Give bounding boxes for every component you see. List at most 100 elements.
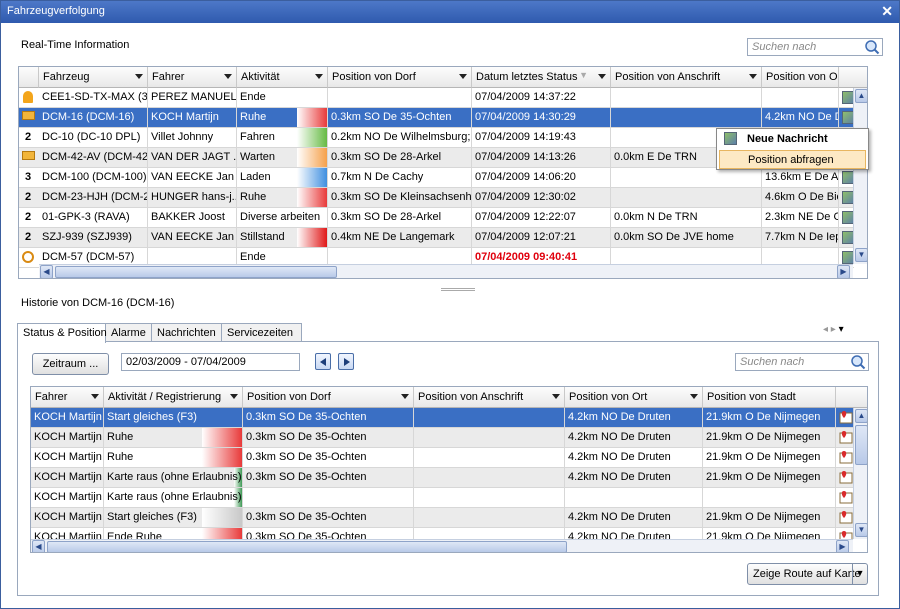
table-row[interactable]: KOCH Martijn Start gleiches (F3) 0.3km SO …: [31, 408, 853, 428]
menu-item-position-abfragen[interactable]: Position abfragen: [719, 150, 866, 169]
chevron-down-icon[interactable]: [749, 74, 757, 79]
row-marker: [19, 108, 37, 127]
chevron-down-icon[interactable]: [690, 394, 698, 399]
next-period-button[interactable]: [338, 353, 354, 370]
tab-nachrichten[interactable]: Nachrichten: [151, 323, 222, 342]
column-header-fahrer[interactable]: Fahrer: [31, 387, 104, 408]
cell-text: 0.3km SO De 35-Ochten: [246, 411, 367, 423]
scroll-thumb[interactable]: [55, 266, 337, 278]
edit-icon: [724, 132, 737, 145]
vertical-scrollbar[interactable]: ▲ ▼: [853, 88, 867, 264]
tab-scroll-arrows[interactable]: ◂ ▸ ▾: [823, 324, 844, 335]
chevron-down-icon[interactable]: [315, 74, 323, 79]
cell-text: 4.2km NO De Druten: [568, 451, 671, 463]
table-row[interactable]: 3 DCM-100 (DCM-100) VAN EECKE Jan Laden 0.7k…: [19, 168, 864, 188]
activity-color-bar: [202, 428, 242, 447]
cell-datum: 07/04/2009 14:13:26: [472, 148, 611, 167]
chevron-down-icon[interactable]: [401, 394, 409, 399]
table-row[interactable]: KOCH Martijn Karte raus (ohne Erlaubnis): [31, 488, 853, 508]
cell-text: 07/04/2009 12:07:21: [475, 231, 576, 243]
cell-text: 07/04/2009 12:30:02: [475, 191, 576, 203]
tab-servicezeiten[interactable]: Servicezeiten: [221, 323, 302, 342]
column-header-ort[interactable]: Position von Ort: [565, 387, 703, 408]
table-row[interactable]: KOCH Martijn Ruhe 0.3km SO De 35-Ochten 4.2…: [31, 448, 853, 468]
column-header-dorf[interactable]: Position von Dorf: [328, 67, 472, 88]
table-row[interactable]: KOCH Martijn Karte raus (ohne Erlaubnis) 0…: [31, 468, 853, 488]
tab-status-position[interactable]: Status & Position: [17, 323, 107, 343]
activity-color-bar: [297, 228, 327, 247]
scroll-thumb[interactable]: [47, 541, 567, 552]
scroll-up-button[interactable]: ▲: [855, 89, 867, 103]
column-header-aktivitaet[interactable]: Aktivität / Registrierung: [104, 387, 243, 408]
map-pin-icon: [839, 411, 853, 424]
zeitraum-button[interactable]: Zeitraum ...: [32, 353, 109, 375]
column-header-anschrift[interactable]: Position von Anschrift: [414, 387, 565, 408]
column-header-label: Position von Ort: [766, 71, 839, 83]
chevron-down-icon[interactable]: [459, 74, 467, 79]
chevron-down-icon[interactable]: [91, 394, 99, 399]
activity-color-bar: [297, 128, 327, 147]
scroll-right-button[interactable]: ▶: [837, 265, 850, 278]
table-row[interactable]: 2 SZJ-939 (SZJ939) VAN EECKE Jan Stillstand…: [19, 228, 864, 248]
cell-stadt: [703, 488, 836, 507]
history-search-input[interactable]: Suchen nach: [735, 353, 869, 371]
column-header-dorf[interactable]: Position von Dorf: [243, 387, 414, 408]
column-header-ort[interactable]: Position von Ort: [762, 67, 839, 88]
cell-anschrift: [611, 88, 762, 107]
cell-ort: 4.6km O De Bietig: [762, 188, 839, 207]
chevron-down-icon[interactable]: [230, 394, 238, 399]
search-icon[interactable]: [864, 39, 880, 55]
realtime-search-input[interactable]: Suchen nach: [747, 38, 883, 56]
scroll-down-button[interactable]: ▼: [855, 523, 867, 537]
scroll-left-button[interactable]: ◀: [40, 265, 53, 278]
scroll-up-button[interactable]: ▲: [855, 409, 867, 423]
cell-text: DCM-16 (DCM-16): [42, 111, 135, 123]
column-header-aktivitaet[interactable]: Aktivität: [237, 67, 328, 88]
chevron-down-icon[interactable]: [552, 394, 560, 399]
chevron-down-icon[interactable]: [224, 74, 232, 79]
column-header-fahrer[interactable]: Fahrer: [148, 67, 237, 88]
cell-stadt: 21.9km O De Nijmegen: [703, 508, 836, 527]
table-row[interactable]: 2 01-GPK-3 (RAVA) BAKKER Joost Diverse arbe…: [19, 208, 864, 228]
table-row[interactable]: DCM-16 (DCM-16) KOCH Martijn Ruhe 0.3km SO …: [19, 108, 864, 128]
cell-text: DCM-100 (DCM-100): [42, 171, 147, 183]
cell-dorf: 0.3km SO De 35-Ochten: [243, 468, 414, 487]
table-row[interactable]: KOCH Martijn Ruhe 0.3km SO De 35-Ochten 4.2…: [31, 428, 853, 448]
cell-text: DCM-42-AV (DCM-42): [42, 151, 148, 163]
previous-period-button[interactable]: [315, 353, 331, 370]
tab-alarme[interactable]: Alarme: [105, 323, 152, 342]
chevron-down-icon[interactable]: [598, 74, 606, 79]
search-icon[interactable]: [850, 354, 866, 370]
cell-fahrzeug: 01-GPK-3 (RAVA): [39, 208, 148, 227]
column-header-datum[interactable]: Datum letztes Status ▼: [472, 67, 611, 88]
horizontal-scrollbar[interactable]: ◀ ▶: [31, 539, 853, 552]
cell-stadt: 21.9km O De Nijmegen: [703, 408, 836, 427]
column-header-fahrzeug[interactable]: Fahrzeug: [39, 67, 148, 88]
zeige-route-button[interactable]: Zeige Route auf Karte ▼: [747, 563, 868, 585]
search-placeholder: Suchen nach: [752, 41, 817, 53]
cell-text: HUNGER hans-j...: [151, 191, 237, 203]
panel-splitter[interactable]: [441, 288, 475, 291]
horizontal-scrollbar[interactable]: ◀ ▶: [39, 264, 853, 278]
cell-text: Ruhe: [107, 451, 134, 463]
arrow-left-icon: [320, 358, 326, 366]
close-icon[interactable]: ✕: [881, 3, 893, 20]
row-marker: 2: [19, 228, 37, 247]
chevron-down-icon[interactable]: ▼: [852, 564, 867, 584]
table-row[interactable]: CEE1-SD-TX-MAX (377)PEREZ MANUELEnde 07/0…: [19, 88, 864, 108]
scroll-down-button[interactable]: ▼: [855, 248, 867, 262]
chevron-down-icon[interactable]: [135, 74, 143, 79]
column-header-stadt[interactable]: Position von Stadt: [703, 387, 836, 408]
date-range-field[interactable]: 02/03/2009 - 07/04/2009: [121, 353, 300, 371]
vertical-scrollbar[interactable]: ▲ ▼: [853, 408, 867, 539]
table-row[interactable]: 2 DCM-23-HJH (DCM-23) HUNGER hans-j... Ruhe…: [19, 188, 864, 208]
column-header-anschrift[interactable]: Position von Anschrift: [611, 67, 762, 88]
scroll-thumb[interactable]: [855, 425, 867, 465]
scroll-right-button[interactable]: ▶: [836, 540, 849, 552]
menu-item-neue-nachricht[interactable]: Neue Nachricht: [717, 129, 868, 148]
scroll-left-button[interactable]: ◀: [32, 540, 45, 552]
cell-text: PEREZ MANUEL: [151, 91, 237, 103]
table-row[interactable]: KOCH Martijn Start gleiches (F3) 0.3km SO …: [31, 508, 853, 528]
cell-text: 4.2km NO De Druten: [568, 431, 671, 443]
sort-icon: ▼: [579, 70, 588, 80]
